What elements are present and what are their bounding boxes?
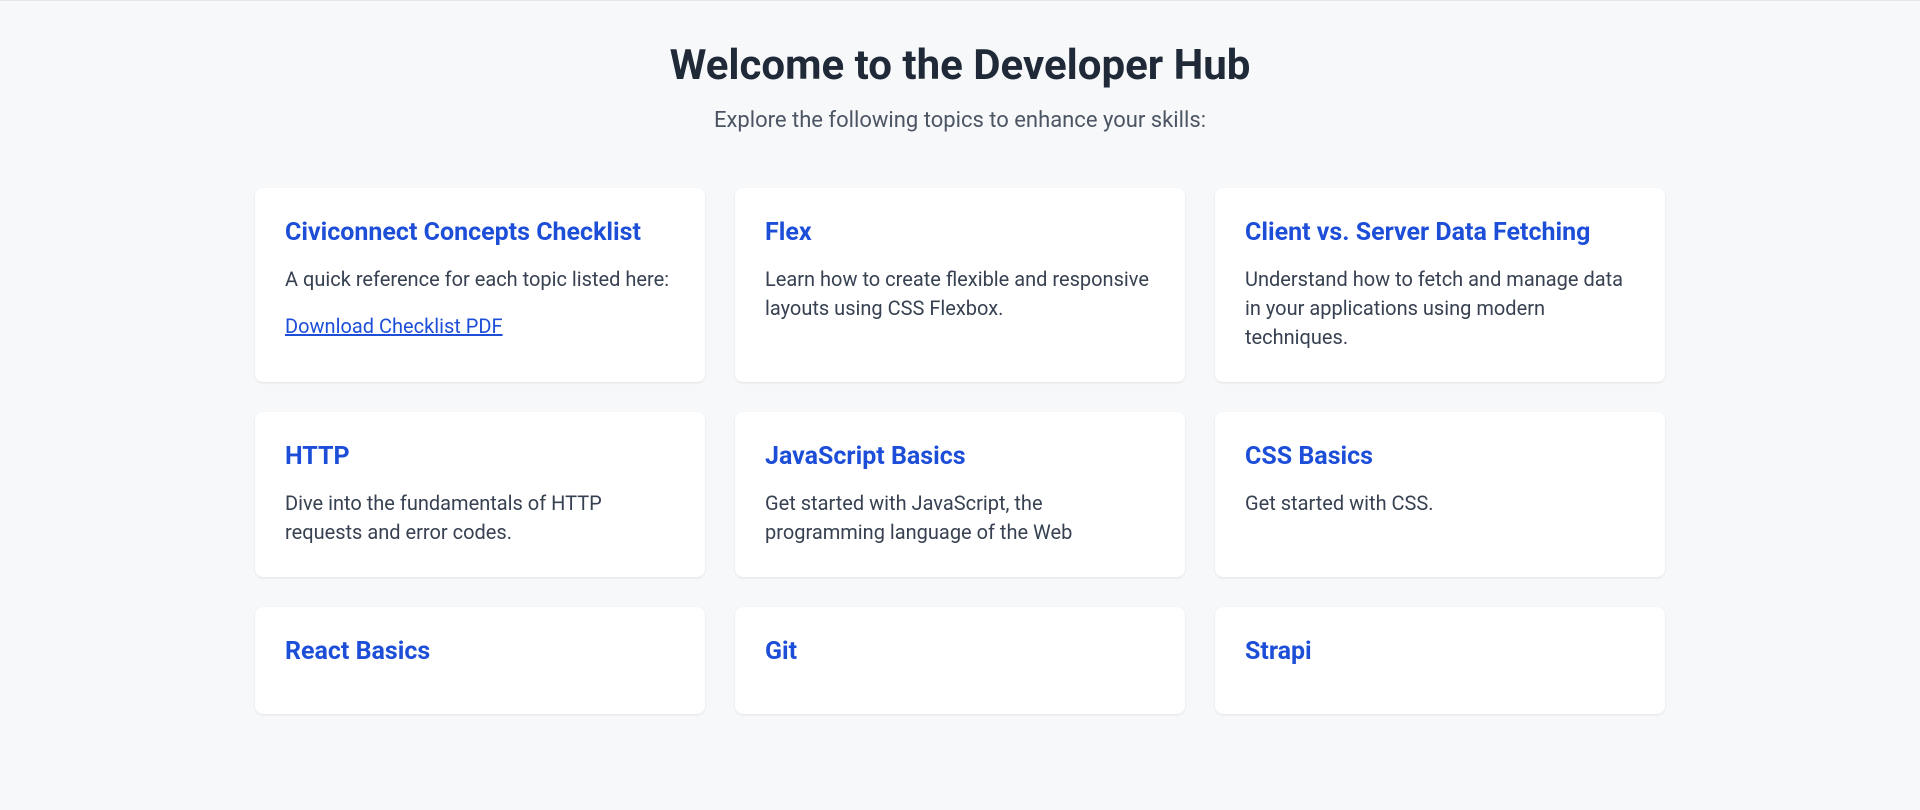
card-civiconnect-checklist: Civiconnect Concepts Checklist A quick r…: [255, 188, 705, 382]
card-react-basics: React Basics: [255, 607, 705, 714]
card-title-link[interactable]: JavaScript Basics: [765, 442, 1155, 471]
card-description: Learn how to create flexible and respons…: [765, 265, 1155, 323]
card-css-basics: CSS Basics Get started with CSS.: [1215, 412, 1665, 577]
card-title-link[interactable]: HTTP: [285, 442, 675, 471]
card-title-link[interactable]: Flex: [765, 218, 1155, 247]
card-grid: Civiconnect Concepts Checklist A quick r…: [255, 188, 1665, 714]
card-git: Git: [735, 607, 1185, 714]
card-http: HTTP Dive into the fundamentals of HTTP …: [255, 412, 705, 577]
card-title-link[interactable]: Strapi: [1245, 637, 1635, 666]
card-title-link[interactable]: React Basics: [285, 637, 675, 666]
card-description: Understand how to fetch and manage data …: [1245, 265, 1635, 352]
card-description: Get started with JavaScript, the program…: [765, 489, 1155, 547]
card-title-link[interactable]: Client vs. Server Data Fetching: [1245, 218, 1635, 247]
page-subtitle: Explore the following topics to enhance …: [70, 108, 1850, 133]
page-title: Welcome to the Developer Hub: [70, 41, 1850, 90]
card-description: Get started with CSS.: [1245, 489, 1635, 518]
card-description: Dive into the fundamentals of HTTP reque…: [285, 489, 675, 547]
page-container: Welcome to the Developer Hub Explore the…: [0, 0, 1920, 810]
card-javascript-basics: JavaScript Basics Get started with JavaS…: [735, 412, 1185, 577]
header: Welcome to the Developer Hub Explore the…: [70, 41, 1850, 133]
card-flex: Flex Learn how to create flexible and re…: [735, 188, 1185, 382]
card-title-link[interactable]: Civiconnect Concepts Checklist: [285, 218, 675, 247]
card-title-link[interactable]: CSS Basics: [1245, 442, 1635, 471]
card-data-fetching: Client vs. Server Data Fetching Understa…: [1215, 188, 1665, 382]
download-checklist-link[interactable]: Download Checklist PDF: [285, 314, 503, 338]
card-description: A quick reference for each topic listed …: [285, 265, 675, 294]
card-title-link[interactable]: Git: [765, 637, 1155, 666]
card-strapi: Strapi: [1215, 607, 1665, 714]
